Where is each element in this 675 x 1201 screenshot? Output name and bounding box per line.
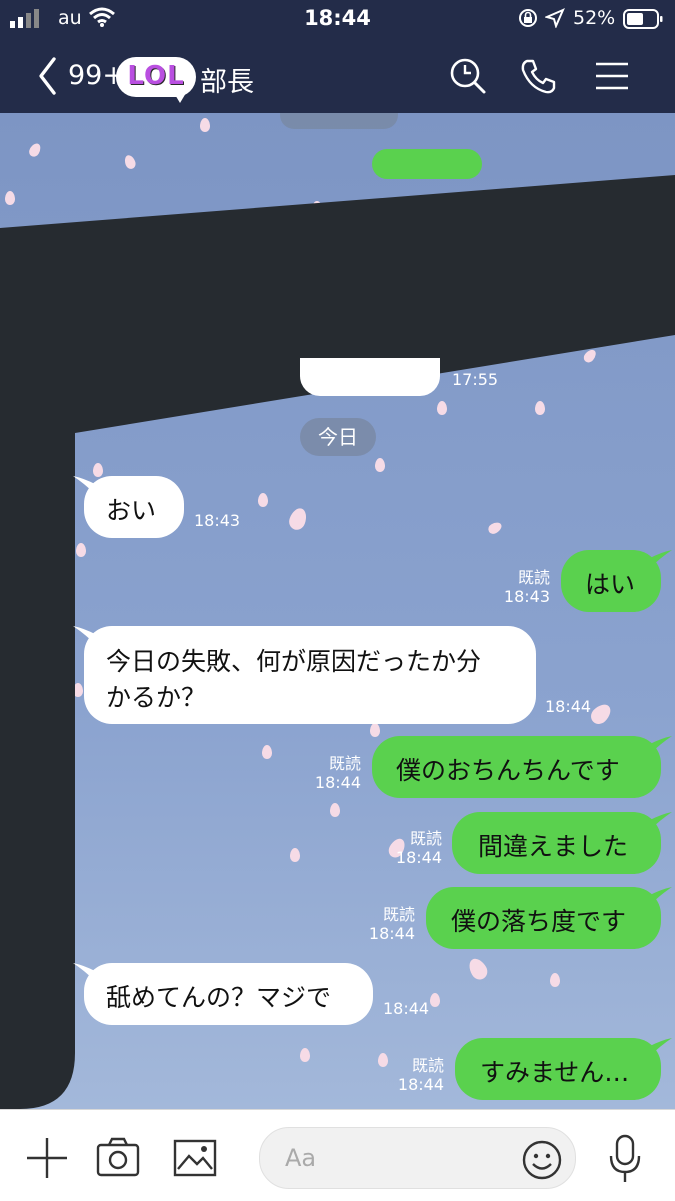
message-text: 舐めてんの？マジで xyxy=(106,983,332,1012)
back-chevron-icon[interactable] xyxy=(36,56,58,96)
date-separator: 今日 xyxy=(300,418,376,456)
message-time: 18:44 xyxy=(314,773,361,792)
message-text-line1: 今日の失敗、何が原因だったか分 xyxy=(106,647,482,676)
prev-left-bubble xyxy=(300,358,440,396)
bubble-tail xyxy=(650,1038,672,1056)
search-icon[interactable] xyxy=(448,56,488,96)
prev-time: 17:55 xyxy=(452,370,499,389)
input-placeholder: Aa xyxy=(285,1144,317,1172)
message-text: 間違えました xyxy=(478,832,629,861)
chat-area[interactable]: 17:55 xyxy=(0,113,675,1109)
read-receipt: 既読 xyxy=(517,568,550,587)
message-time: 18:43 xyxy=(194,511,241,530)
camera-icon[interactable] xyxy=(96,1136,140,1180)
menu-icon[interactable] xyxy=(592,56,632,96)
plus-icon[interactable] xyxy=(25,1136,69,1180)
message-time: 18:43 xyxy=(503,587,550,606)
read-receipt: 既読 xyxy=(409,829,442,848)
header: au 18:44 52% 99+ LOL 部長 xyxy=(0,0,675,113)
image-icon[interactable] xyxy=(173,1136,217,1180)
message-time: 18:44 xyxy=(383,999,430,1018)
battery-percent: 52% xyxy=(573,7,616,29)
location-icon xyxy=(545,8,565,28)
message-text: はい xyxy=(585,570,636,599)
read-receipt: 既読 xyxy=(382,905,415,924)
battery-icon xyxy=(623,9,663,29)
mic-icon[interactable] xyxy=(605,1134,645,1186)
message-text: 僕の落ち度です xyxy=(451,907,627,936)
message-bubble-left[interactable]: 今日の失敗、何が原因だったか分 かるか？ xyxy=(84,626,536,724)
message-text: 僕のおちんちんです xyxy=(396,756,620,785)
bubble-tail xyxy=(650,550,672,568)
message-time: 18:44 xyxy=(368,924,415,943)
message-input-bar: Aa xyxy=(0,1109,675,1201)
message-bubble-left[interactable]: 舐めてんの？マジで xyxy=(84,963,373,1025)
bubble-tail xyxy=(650,887,672,905)
message-text-line2: かるか？ xyxy=(106,683,207,712)
message-text: すみません… xyxy=(480,1058,630,1087)
message-time: 18:44 xyxy=(545,697,592,716)
message-text: おい xyxy=(106,496,157,525)
message-bubble-right[interactable]: 間違えました xyxy=(452,812,661,874)
message-bubble-left[interactable]: おい xyxy=(84,476,184,538)
message-time: 18:44 xyxy=(397,1075,444,1094)
bubble-tail xyxy=(650,736,672,754)
message-bubble-right[interactable]: 僕の落ち度です xyxy=(426,887,661,949)
message-bubble-right[interactable]: すみません… xyxy=(455,1038,661,1100)
read-receipt: 既読 xyxy=(411,1056,444,1075)
chat-title: 部長 xyxy=(200,67,254,98)
lol-sticker-badge: LOL xyxy=(116,57,196,103)
status-bar: au 18:44 52% xyxy=(0,0,675,38)
redaction-overlay xyxy=(0,175,675,1109)
rotation-lock-icon xyxy=(519,9,537,27)
read-receipt: 既読 xyxy=(328,754,361,773)
emoji-icon[interactable] xyxy=(522,1140,562,1180)
bubble-tail xyxy=(650,812,672,830)
message-time: 18:44 xyxy=(395,848,442,867)
chat-navbar: 99+ LOL 部長 xyxy=(0,38,675,113)
badge-text: LOL xyxy=(127,61,185,91)
message-bubble-right[interactable]: 僕のおちんちんです xyxy=(372,736,661,798)
phone-icon[interactable] xyxy=(518,56,558,96)
message-bubble-right[interactable]: はい xyxy=(561,550,661,612)
